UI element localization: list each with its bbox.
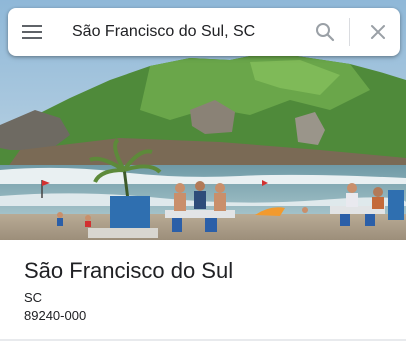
menu-button[interactable]: [8, 8, 56, 56]
search-button[interactable]: [307, 8, 343, 56]
search-bar: São Francisco do Sul, SC: [8, 8, 400, 56]
close-icon: [371, 25, 385, 39]
place-state: SC: [24, 290, 43, 305]
search-input[interactable]: São Francisco do Sul, SC: [56, 23, 307, 41]
place-title: São Francisco do Sul: [24, 258, 234, 283]
search-icon: [316, 23, 335, 42]
menu-icon: [22, 25, 42, 39]
place-info-panel: São Francisco do Sul SC 89240-000: [0, 240, 406, 341]
search-divider: [349, 18, 350, 46]
close-button[interactable]: [356, 8, 400, 56]
place-postal-code: 89240-000: [24, 308, 87, 323]
